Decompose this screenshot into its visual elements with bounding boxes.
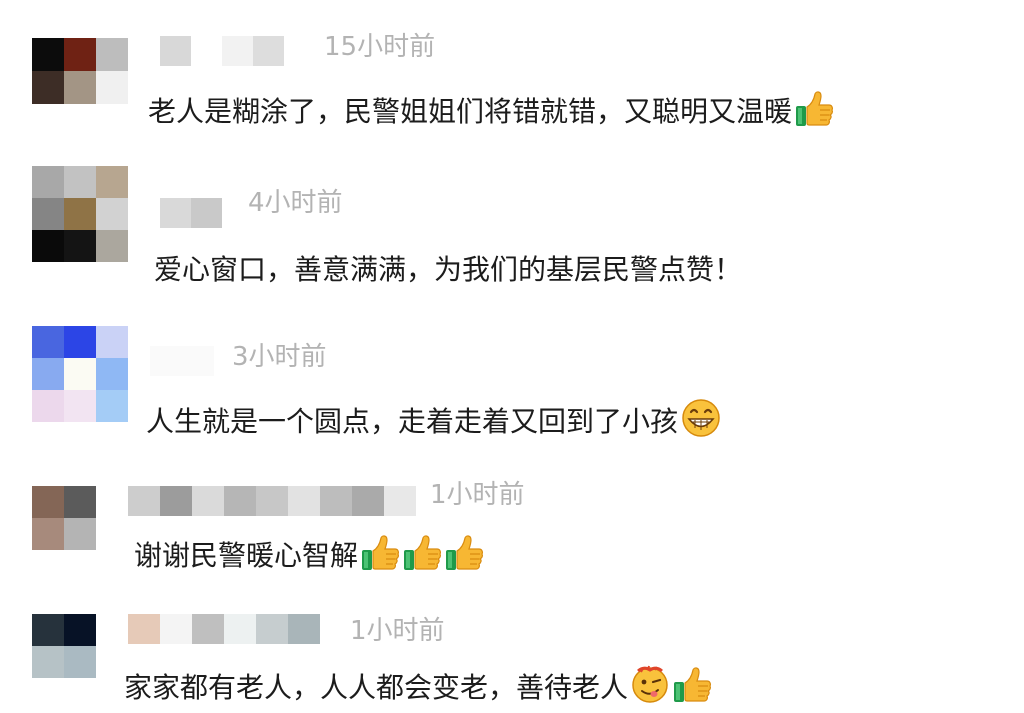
emoji-group [628,665,712,704]
username-pixel [224,614,256,644]
username-pixel [128,614,160,644]
avatar-pixel [32,646,64,678]
thumbs-up-icon [672,666,712,713]
avatar[interactable] [32,614,96,678]
comment-time: 1小时前 [350,616,445,646]
username-pixel [256,614,288,644]
username-pixel [288,614,320,644]
avatar-pixel [64,614,96,646]
comment-text: 家家都有老人，人人都会变老，善待老人 [124,664,712,713]
username[interactable] [128,614,320,644]
avatar-pixel [32,614,64,646]
zany-icon [630,664,670,713]
comment-item: 1小时前 家家都有老人，人人都会变老，善待老人 [0,0,1024,710]
avatar-pixel [64,646,96,678]
comment-text-content: 家家都有老人，人人都会变老，善待老人 [124,671,629,704]
username-pixel [160,614,192,644]
username-pixel [192,614,224,644]
